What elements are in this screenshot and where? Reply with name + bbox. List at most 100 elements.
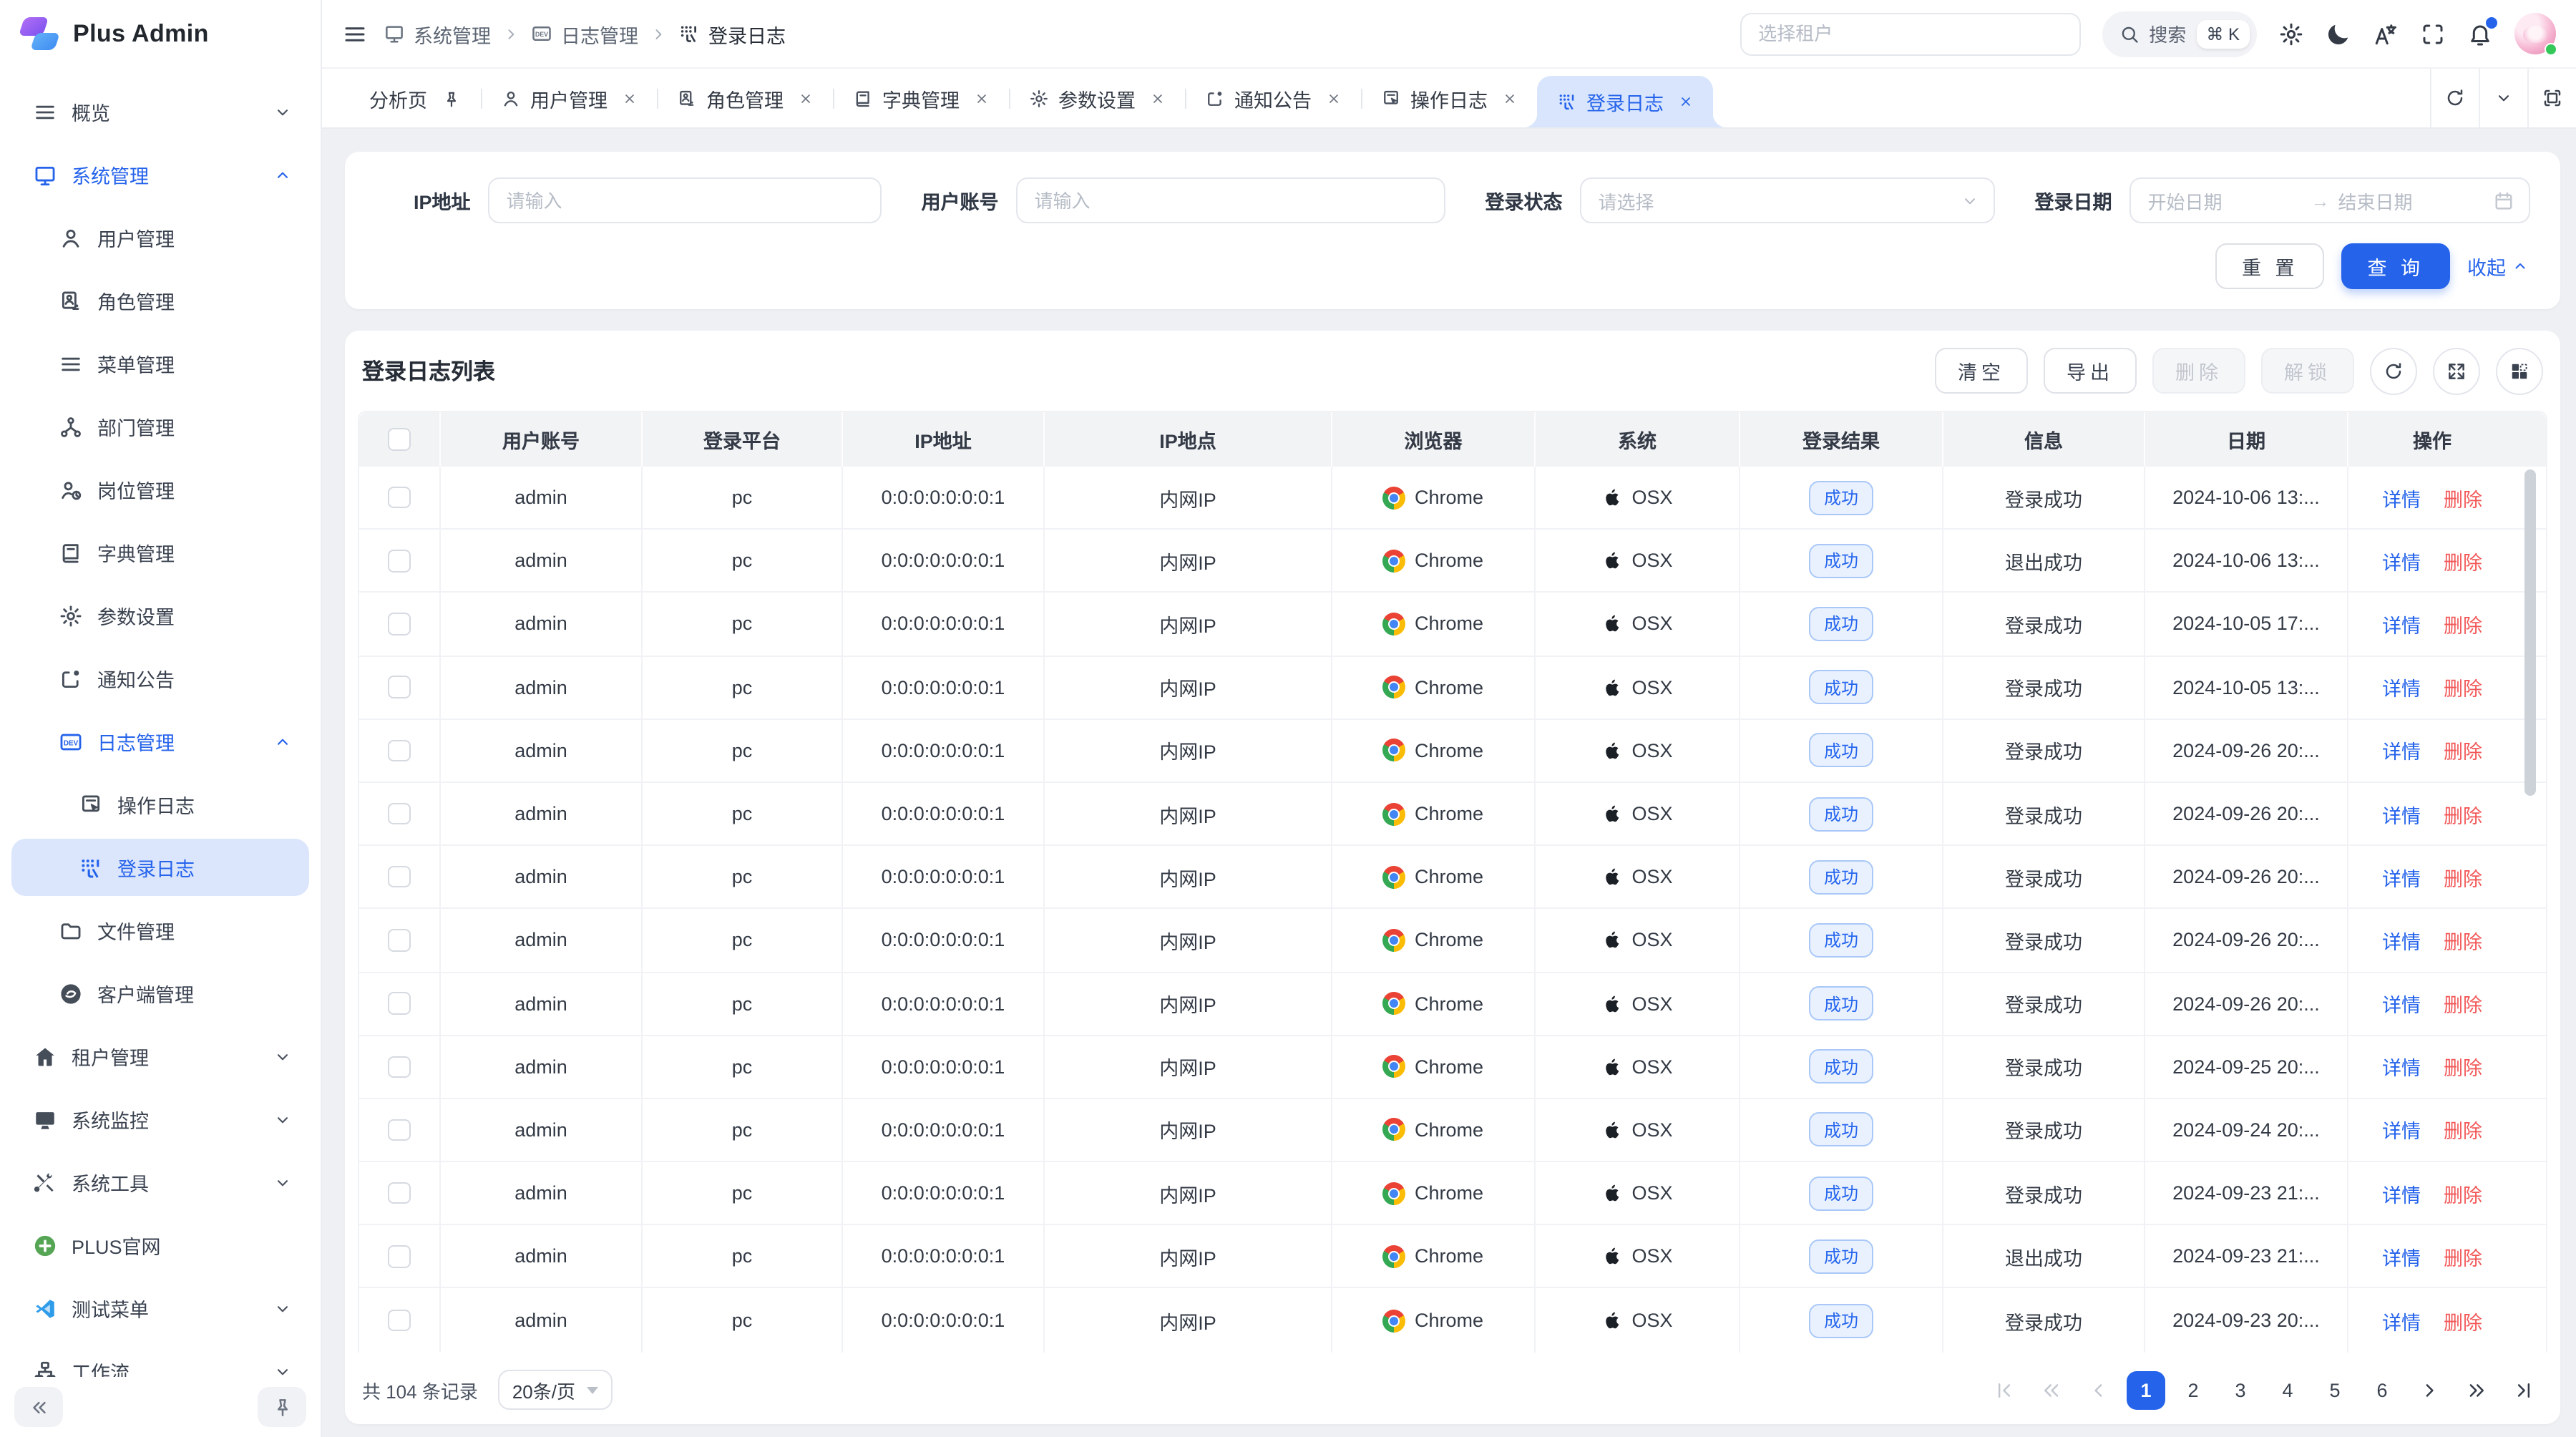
sidebar-item-14[interactable]: 文件管理 xyxy=(11,902,309,959)
sidebar-item-11[interactable]: DEV 日志管理 xyxy=(11,713,309,770)
delete-link[interactable]: 删除 xyxy=(2444,610,2482,638)
detail-link[interactable]: 详情 xyxy=(2382,673,2421,701)
sidebar-item-19[interactable]: PLUS官网 xyxy=(11,1217,309,1274)
next-page-button[interactable] xyxy=(2410,1370,2449,1409)
notifications-bell-icon[interactable] xyxy=(2467,21,2493,47)
tab-2[interactable]: 用户管理 xyxy=(480,69,656,129)
login-status-select[interactable]: 请选择 xyxy=(1580,177,1995,223)
sidebar-item-8[interactable]: 字典管理 xyxy=(11,524,309,581)
language-translate-icon[interactable] xyxy=(2373,21,2399,47)
sidebar-item-5[interactable]: 菜单管理 xyxy=(11,335,309,392)
row-checkbox[interactable] xyxy=(389,993,411,1015)
row-checkbox[interactable] xyxy=(389,1182,411,1204)
row-checkbox[interactable] xyxy=(389,1310,411,1332)
delete-link[interactable]: 删除 xyxy=(2444,547,2482,575)
sidebar-item-13[interactable]: 登录日志 xyxy=(11,839,309,896)
close-icon[interactable] xyxy=(1678,94,1692,109)
sidebar-item-3[interactable]: 用户管理 xyxy=(11,209,309,266)
detail-link[interactable]: 详情 xyxy=(2382,1116,2421,1144)
prev-page-button[interactable] xyxy=(2079,1370,2118,1409)
sidebar-item-9[interactable]: 参数设置 xyxy=(11,587,309,644)
collapse-sidebar-button[interactable] xyxy=(14,1387,63,1427)
row-checkbox[interactable] xyxy=(389,866,411,888)
refresh-tab-button[interactable] xyxy=(2430,69,2479,127)
tab-5[interactable]: 参数设置 xyxy=(1008,69,1184,129)
delete-link[interactable]: 删除 xyxy=(2444,989,2482,1018)
row-checkbox[interactable] xyxy=(389,1119,411,1141)
page-number-button[interactable]: 3 xyxy=(2221,1370,2260,1409)
dark-mode-moon-icon[interactable] xyxy=(2326,21,2351,47)
close-icon[interactable] xyxy=(1150,92,1164,106)
page-number-button[interactable]: 2 xyxy=(2174,1370,2212,1409)
detail-link[interactable]: 详情 xyxy=(2382,1242,2421,1271)
export-button[interactable]: 导出 xyxy=(2044,348,2137,394)
detail-link[interactable]: 详情 xyxy=(2382,862,2421,891)
last-page-button[interactable] xyxy=(2504,1370,2543,1409)
row-checkbox[interactable] xyxy=(389,613,411,635)
unlock-button[interactable]: 解锁 xyxy=(2261,348,2354,394)
delete-link[interactable]: 删除 xyxy=(2444,673,2482,701)
sidebar-item-7[interactable]: 岗位管理 xyxy=(11,461,309,518)
delete-link[interactable]: 删除 xyxy=(2444,862,2482,891)
sidebar-item-4[interactable]: 角色管理 xyxy=(11,272,309,329)
detail-link[interactable]: 详情 xyxy=(2382,1053,2421,1081)
row-checkbox[interactable] xyxy=(389,487,411,509)
fullscreen-icon[interactable] xyxy=(2420,21,2446,47)
sidebar-item-12[interactable]: 操作日志 xyxy=(11,776,309,833)
reset-button[interactable]: 重 置 xyxy=(2216,243,2325,289)
tab-4[interactable]: 字典管理 xyxy=(832,69,1008,129)
delete-link[interactable]: 删除 xyxy=(2444,1306,2482,1335)
pin-sidebar-button[interactable] xyxy=(258,1387,306,1427)
first-page-button[interactable] xyxy=(1985,1370,2024,1409)
settings-gear-icon[interactable] xyxy=(2278,21,2304,47)
delete-link[interactable]: 删除 xyxy=(2444,799,2482,828)
account-input[interactable] xyxy=(1016,177,1445,223)
page-size-select[interactable]: 20条/页 xyxy=(498,1370,613,1410)
detail-link[interactable]: 详情 xyxy=(2382,736,2421,765)
collapse-filter-link[interactable]: 收起 xyxy=(2467,252,2529,281)
page-number-button[interactable]: 1 xyxy=(2127,1370,2165,1409)
detail-link[interactable]: 详情 xyxy=(2382,483,2421,512)
sidebar-item-6[interactable]: 部门管理 xyxy=(11,398,309,455)
detail-link[interactable]: 详情 xyxy=(2382,610,2421,638)
tab-1[interactable]: 分析页 xyxy=(349,69,480,129)
fullscreen-table-button[interactable] xyxy=(2433,347,2480,394)
detail-link[interactable]: 详情 xyxy=(2382,799,2421,828)
detail-link[interactable]: 详情 xyxy=(2382,547,2421,575)
back-5-pages-button[interactable] xyxy=(2032,1370,2071,1409)
close-icon[interactable] xyxy=(974,92,988,106)
tenant-select-input[interactable] xyxy=(1740,12,2080,55)
sidebar-item-16[interactable]: 租户管理 xyxy=(11,1028,309,1085)
sidebar-item-15[interactable]: 客户端管理 xyxy=(11,965,309,1022)
delete-link[interactable]: 删除 xyxy=(2444,1242,2482,1271)
global-search-button[interactable]: 搜索 ⌘ K xyxy=(2102,11,2257,57)
page-number-button[interactable]: 5 xyxy=(2316,1370,2354,1409)
sidebar-item-10[interactable]: 通知公告 xyxy=(11,650,309,707)
tab-3[interactable]: 角色管理 xyxy=(656,69,832,129)
tab-8[interactable]: 登录日志 xyxy=(1536,76,1712,127)
close-icon[interactable] xyxy=(622,92,636,106)
row-checkbox[interactable] xyxy=(389,739,411,761)
user-avatar[interactable] xyxy=(2514,13,2556,54)
tab-6[interactable]: 通知公告 xyxy=(1184,69,1360,129)
row-checkbox[interactable] xyxy=(389,803,411,825)
close-icon[interactable] xyxy=(1502,92,1516,106)
forward-5-pages-button[interactable] xyxy=(2457,1370,2496,1409)
detail-link[interactable]: 详情 xyxy=(2382,1306,2421,1335)
sidebar-item-21[interactable]: 工作流 xyxy=(11,1343,309,1377)
sidebar-item-1[interactable]: 概览 xyxy=(11,83,309,140)
query-button[interactable]: 查 询 xyxy=(2341,243,2450,289)
page-number-button[interactable]: 6 xyxy=(2363,1370,2401,1409)
row-checkbox[interactable] xyxy=(389,550,411,572)
sidebar-item-18[interactable]: 系统工具 xyxy=(11,1154,309,1211)
tab-7[interactable]: 操作日志 xyxy=(1360,69,1536,129)
detail-link[interactable]: 详情 xyxy=(2382,926,2421,955)
vertical-scrollbar[interactable] xyxy=(2524,469,2536,796)
clear-button[interactable]: 清空 xyxy=(1935,348,2028,394)
tab-options-button[interactable] xyxy=(2479,69,2527,127)
row-checkbox[interactable] xyxy=(389,676,411,698)
hamburger-menu-icon[interactable] xyxy=(342,21,368,47)
detail-link[interactable]: 详情 xyxy=(2382,1179,2421,1207)
select-all-checkbox[interactable] xyxy=(389,429,411,451)
breadcrumb-item-system[interactable]: 系统管理 xyxy=(384,19,491,48)
